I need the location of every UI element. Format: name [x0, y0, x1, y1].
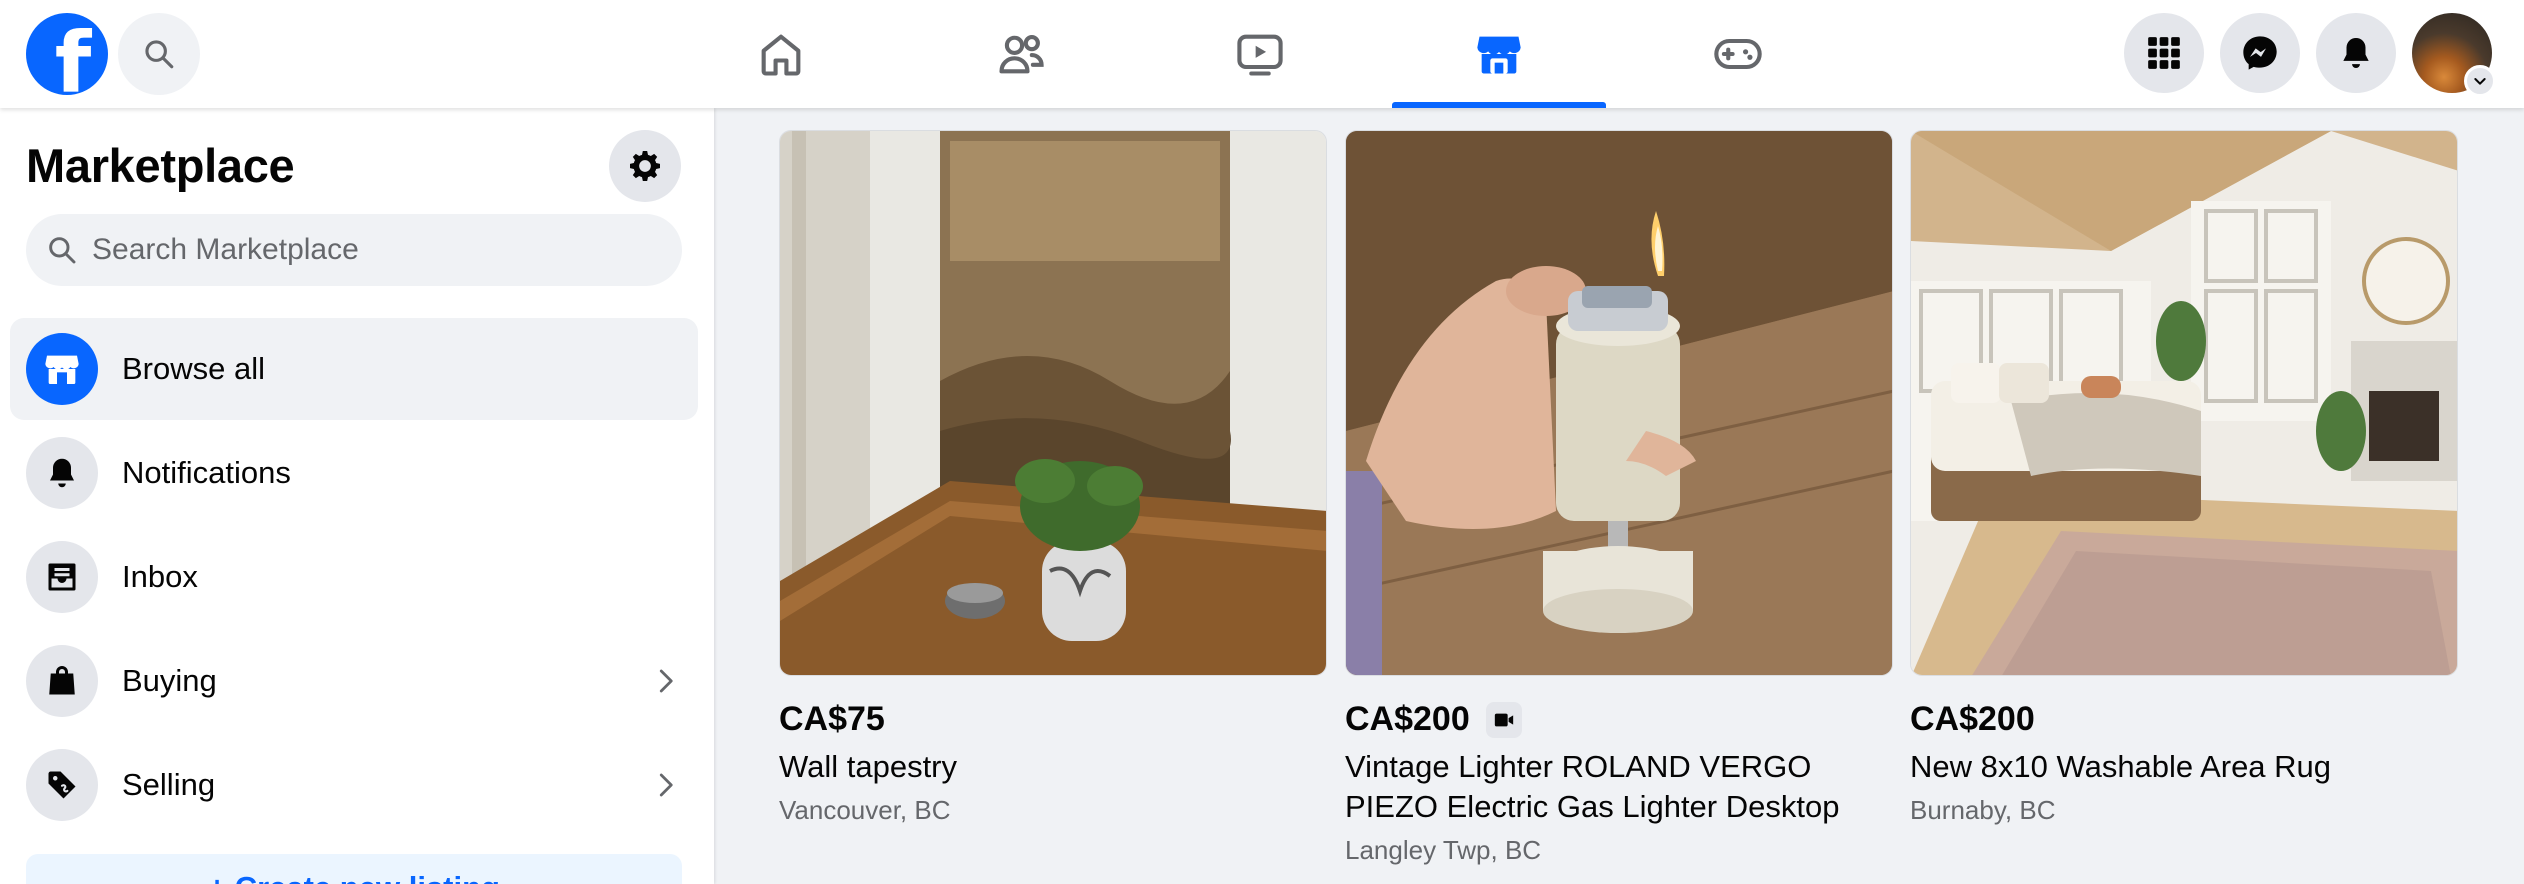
- bell-icon-circle: [26, 437, 98, 509]
- sidebar-item-browse-all[interactable]: Browse all: [10, 318, 698, 420]
- listing-title: New 8x10 Washable Area Rug: [1910, 749, 2332, 784]
- create-new-listing-button[interactable]: + Create new listing: [26, 854, 682, 884]
- video-camera-icon: [1494, 713, 1513, 726]
- top-navigation-bar: f: [0, 0, 2524, 108]
- listing-image-vintage-lighter[interactable]: [1345, 130, 1893, 676]
- sidebar-item-buying[interactable]: Buying: [10, 630, 698, 732]
- price-row: CA$200: [1910, 700, 2458, 739]
- price-row: CA$200: [1345, 700, 1893, 739]
- messenger-button[interactable]: [2220, 13, 2300, 93]
- messenger-icon: [2243, 36, 2277, 70]
- notifications-button[interactable]: [2316, 13, 2396, 93]
- listing-location: Vancouver, BC: [779, 795, 951, 825]
- search-input[interactable]: [92, 233, 672, 267]
- watch-icon: [1237, 34, 1283, 76]
- price-tag-icon-circle: [26, 749, 98, 821]
- shopping-bag-icon-circle: [26, 645, 98, 717]
- tab-watch[interactable]: [1153, 0, 1367, 108]
- home-icon: [761, 34, 801, 76]
- facebook-logo-letter: f: [54, 14, 92, 95]
- bell-icon: [2343, 37, 2369, 69]
- sidebar-item-inbox[interactable]: Inbox: [10, 526, 698, 628]
- chevron-down-icon: [2474, 78, 2486, 85]
- friends-icon: [999, 35, 1044, 74]
- create-new-listing-label: + Create new listing: [208, 870, 500, 884]
- sidebar-item-label: Buying: [122, 663, 217, 698]
- settings-button[interactable]: [609, 130, 681, 202]
- chevron-right-icon: [659, 669, 673, 693]
- tab-marketplace[interactable]: [1392, 0, 1606, 108]
- listing-price: CA$200: [1910, 700, 2035, 738]
- listing-location: Burnaby, BC: [1910, 795, 2056, 825]
- sidebar-item-label: Inbox: [122, 559, 198, 594]
- tab-home[interactable]: [674, 0, 888, 108]
- menu-button[interactable]: [2124, 13, 2204, 93]
- listing-title: Wall tapestry: [779, 749, 958, 784]
- gaming-icon: [1714, 38, 1762, 70]
- sidebar-item-notifications[interactable]: Notifications: [10, 422, 698, 524]
- shopping-bag-icon: [49, 666, 75, 695]
- listing-photo: [1346, 131, 1892, 675]
- tab-friends[interactable]: [914, 0, 1128, 108]
- listing-price: CA$200: [1345, 700, 1470, 738]
- marketplace-sidebar: Marketplace Browse all Notifications Inb…: [0, 108, 714, 884]
- chevron-right-icon: [659, 773, 673, 797]
- search-icon: [49, 237, 76, 264]
- listing-image-area-rug[interactable]: [1910, 130, 2458, 676]
- search-icon: [145, 40, 174, 69]
- bell-icon: [50, 458, 74, 488]
- search-marketplace-field[interactable]: [26, 214, 682, 286]
- listing-photo: [780, 131, 1326, 675]
- search-button[interactable]: [118, 13, 200, 95]
- listing-card[interactable]: CA$200 New 8x10 Washable Area Rug Burnab…: [1910, 130, 2458, 826]
- sidebar-item-label: Notifications: [122, 455, 291, 490]
- grid-menu-icon: [2148, 37, 2180, 69]
- inbox-icon-circle: [26, 541, 98, 613]
- storefront-icon-circle: [26, 333, 98, 405]
- sidebar-item-label: Browse all: [122, 351, 265, 386]
- listing-title: Vintage Lighter ROLAND VERGO PIEZO Elect…: [1345, 749, 1840, 824]
- page-title: Marketplace: [26, 139, 295, 192]
- account-dropdown-button[interactable]: [2464, 65, 2496, 97]
- listing-location: Langley Twp, BC: [1345, 835, 1542, 865]
- tab-gaming[interactable]: [1631, 0, 1845, 108]
- sidebar-item-selling[interactable]: Selling: [10, 734, 698, 836]
- inbox-icon: [48, 563, 76, 591]
- facebook-logo[interactable]: f: [26, 13, 108, 95]
- gear-icon: [630, 151, 660, 181]
- price-row: CA$75: [779, 700, 1327, 739]
- listing-price: CA$75: [779, 700, 885, 738]
- listing-card[interactable]: CA$75 Wall tapestry Vancouver, BC: [779, 130, 1327, 826]
- listing-image-wall-tapestry[interactable]: [779, 130, 1327, 676]
- sidebar-item-label: Selling: [122, 767, 216, 802]
- marketplace-icon: [1477, 36, 1521, 74]
- listing-photo: [1911, 131, 2457, 675]
- listing-card[interactable]: CA$200 Vintage Lighter ROLAND VERGO PIEZ…: [1345, 130, 1893, 866]
- video-badge: [1485, 701, 1522, 738]
- price-tag-icon: [48, 771, 76, 799]
- storefront-icon: [45, 355, 79, 384]
